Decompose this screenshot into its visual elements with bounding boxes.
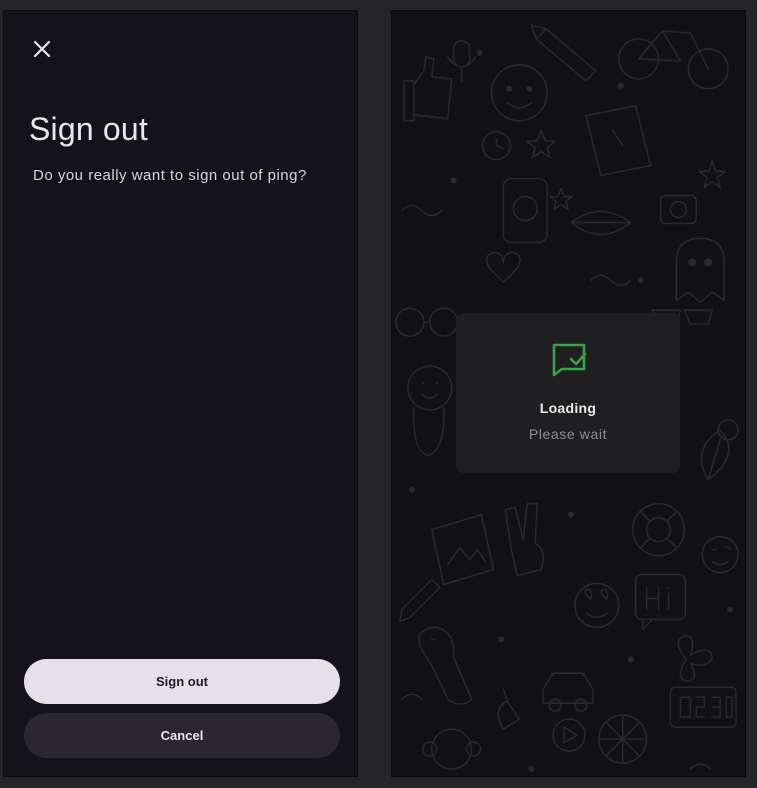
loading-title: Loading [539, 400, 597, 416]
cancel-button[interactable]: Cancel [24, 713, 340, 758]
loading-screen: Loading Please wait [391, 10, 746, 777]
confirmation-message: Do you really want to sign out of ping? [33, 167, 307, 184]
close-button[interactable] [24, 31, 60, 67]
loading-dialog: Loading Please wait [456, 313, 680, 473]
page-title: Sign out [29, 111, 149, 147]
sign-out-button[interactable]: Sign out [24, 659, 340, 704]
close-icon [33, 40, 51, 58]
loading-subtitle: Please wait [528, 426, 608, 442]
sign-out-screen: Sign out Do you really want to sign out … [3, 10, 358, 777]
message-check-icon [552, 343, 587, 377]
